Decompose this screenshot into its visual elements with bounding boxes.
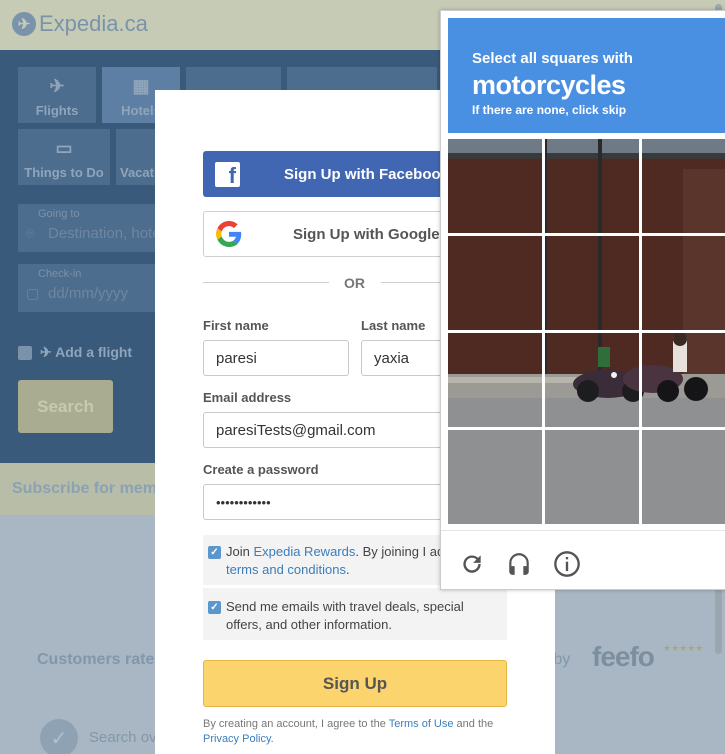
captcha-tile[interactable] — [545, 430, 642, 525]
airplane-icon: ✈ — [49, 76, 65, 96]
headphones-glyph — [509, 553, 529, 575]
rating-stars-icon: ★★★★★ — [663, 643, 704, 653]
emails-text: Send me emails with travel deals, specia… — [226, 599, 464, 632]
legal-text: By creating an account, I agree to the T… — [203, 717, 507, 747]
legal-end: . — [270, 733, 274, 745]
add-flight-checkbox[interactable] — [18, 346, 32, 360]
facebook-button-label: Sign Up with Facebook — [284, 165, 450, 183]
tab-flights[interactable]: ✈ Flights — [18, 67, 96, 123]
ticket-icon: ▭ — [55, 138, 73, 158]
captcha-tile[interactable] — [448, 236, 545, 333]
divider-left — [203, 282, 329, 283]
tab-things-to-do[interactable]: ▭ Things to Do — [18, 129, 110, 185]
emails-option: ✓ Send me emails with travel deals, spec… — [203, 588, 507, 640]
google-button-label: Sign Up with Google — [293, 225, 440, 243]
info-glyph — [554, 551, 580, 577]
recaptcha-challenge: Select all squares with motorcycles If t… — [440, 10, 725, 590]
signup-button[interactable]: Sign Up — [203, 660, 507, 707]
or-divider-text: OR — [344, 275, 365, 291]
reload-icon[interactable] — [457, 549, 487, 579]
tab-label: Things to Do — [24, 165, 104, 180]
email-label: Email address — [203, 390, 292, 405]
captcha-tile[interactable] — [642, 333, 725, 430]
captcha-tile[interactable] — [448, 139, 545, 236]
checkin-field[interactable]: Check-in ▢ dd/mm/yyyy — [18, 264, 168, 312]
globe-plane-icon: ✈ — [12, 12, 36, 36]
rewards-end: . — [345, 562, 350, 577]
tab-label: Flights — [35, 103, 79, 118]
calendar-icon: ▢ — [26, 285, 40, 301]
google-icon — [216, 221, 242, 247]
last-name-label: Last name — [361, 318, 426, 333]
password-label: Create a password — [203, 462, 319, 477]
captcha-footer-divider — [441, 530, 725, 531]
legal-mid: and the — [453, 718, 494, 730]
location-pin-icon: ⌾ — [26, 225, 35, 241]
captcha-tile[interactable] — [448, 333, 545, 430]
add-flight-text: Add a flight — [55, 344, 133, 360]
captcha-tile[interactable] — [448, 430, 545, 525]
captcha-tile[interactable] — [642, 139, 725, 236]
first-name-input[interactable]: paresi — [203, 340, 349, 376]
expedia-logo[interactable]: ✈ Expedia.ca — [12, 11, 148, 37]
first-name-label: First name — [203, 318, 269, 333]
expedia-rewards-link[interactable]: Expedia Rewards — [253, 544, 355, 559]
hotel-icon: ▦ — [132, 76, 150, 96]
search-over-text: Search ov — [89, 729, 157, 746]
captcha-instruction: Select all squares with — [472, 50, 633, 67]
audio-icon[interactable] — [504, 549, 534, 579]
captcha-tile[interactable] — [642, 430, 725, 525]
checkin-placeholder: dd/mm/yyyy — [48, 285, 129, 302]
captcha-tile[interactable] — [642, 236, 725, 333]
logo-text: Expedia.ca — [39, 11, 148, 36]
captcha-target: motorcycles — [472, 70, 626, 100]
captcha-tiles — [448, 139, 725, 525]
reload-glyph — [463, 555, 481, 573]
info-icon[interactable] — [552, 549, 582, 579]
facebook-icon: f — [215, 161, 240, 187]
terms-of-use-link[interactable]: Terms of Use — [389, 718, 454, 730]
rewards-post: . By joining I ac — [355, 544, 444, 559]
terms-and-conditions-link[interactable]: terms and conditions — [226, 562, 346, 577]
captcha-tile[interactable] — [545, 139, 642, 236]
add-flight-label: ✈ Add a flight — [40, 344, 133, 360]
legal-pre: By creating an account, I agree to the — [203, 718, 389, 730]
rewards-checkbox[interactable]: ✓ — [208, 546, 221, 559]
feefo-logo: feefo — [592, 641, 655, 672]
customers-rated-text: Customers rated — [37, 651, 165, 668]
going-to-label: Going to — [38, 208, 80, 220]
captcha-hint: If there are none, click skip — [472, 103, 627, 117]
going-to-field[interactable]: Going to ⌾ Destination, hotel name — [18, 204, 206, 252]
checkin-label: Check-in — [38, 268, 82, 280]
captcha-tile[interactable] — [545, 333, 642, 430]
search-button[interactable]: Search — [18, 380, 113, 433]
privacy-policy-link[interactable]: Privacy Policy — [203, 733, 271, 745]
captcha-tile[interactable] — [545, 236, 642, 333]
emails-checkbox[interactable]: ✓ — [208, 601, 221, 614]
captcha-image-grid — [448, 139, 725, 525]
rewards-pre: Join — [226, 544, 254, 559]
checkmark-icon: ✓ — [40, 719, 78, 754]
captcha-header: Select all squares with motorcycles If t… — [448, 18, 725, 133]
